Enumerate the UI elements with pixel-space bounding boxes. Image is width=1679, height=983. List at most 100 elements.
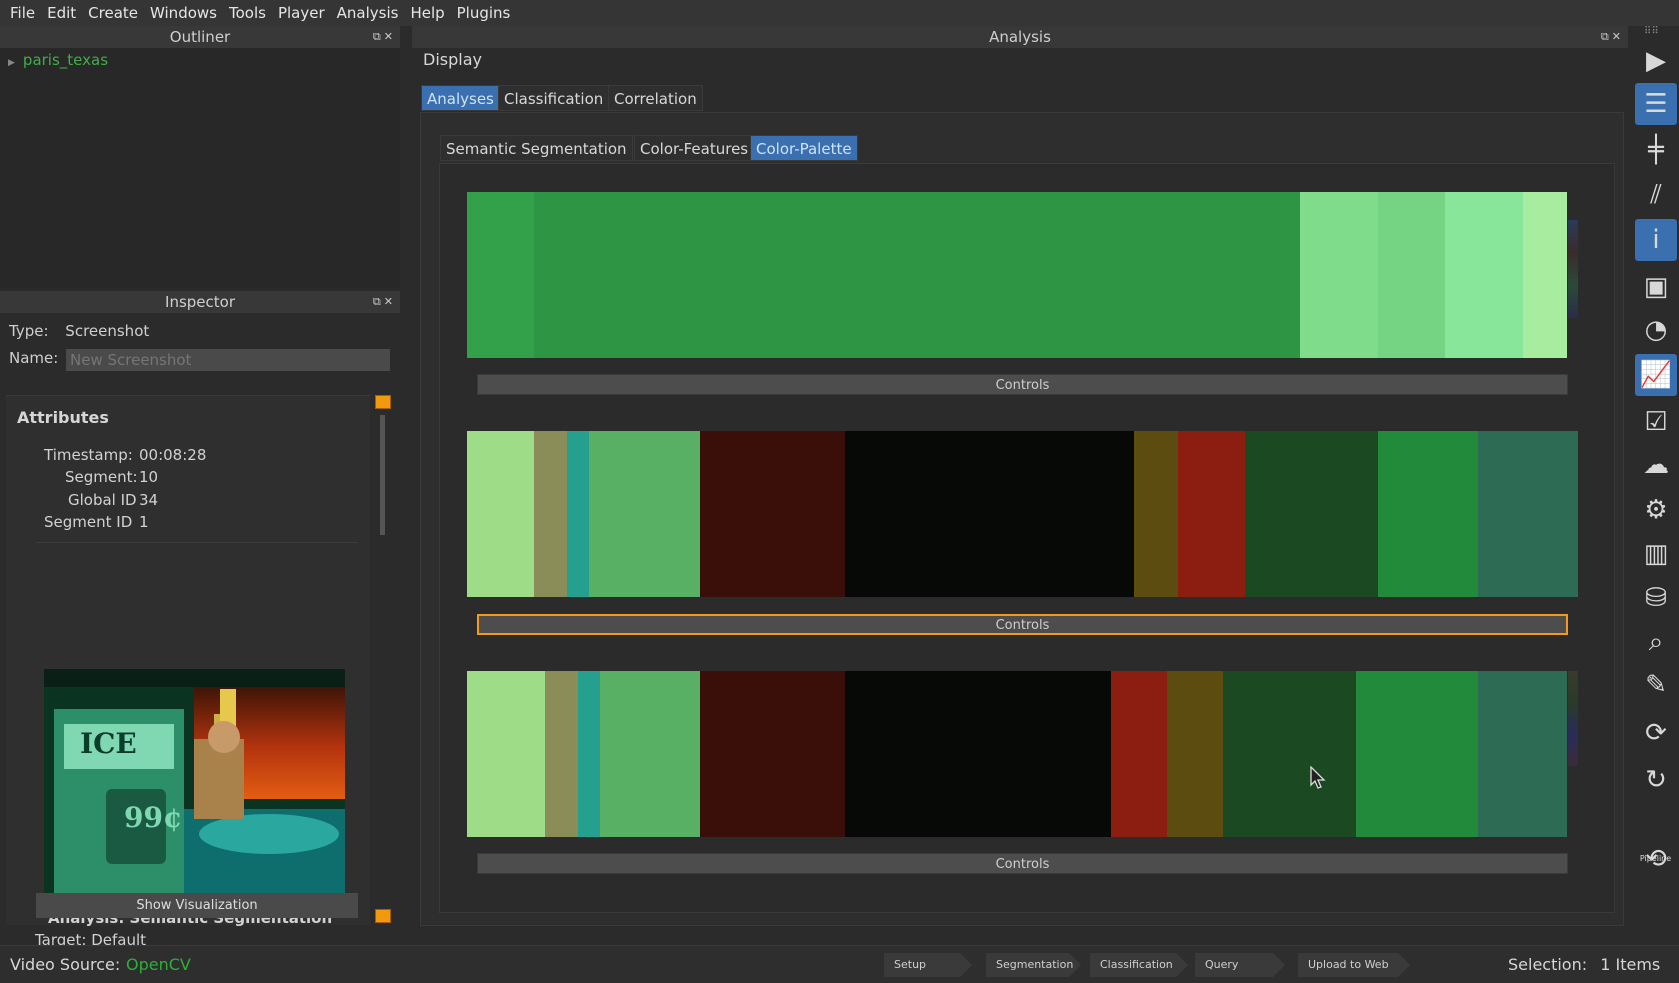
outliner-item[interactable]: ▶ paris_texas [8,51,108,69]
palette-2-swatch-5 [700,431,845,597]
play-icon[interactable]: ▶ [1635,40,1677,82]
inspector-dock-buttons[interactable]: ⧉✕ [373,291,396,313]
type-value: Screenshot [65,322,150,340]
palette-1-side-strip [1568,220,1578,318]
segment-id-label: Segment ID [44,513,133,531]
cloud-upload-icon[interactable]: ☁ [1635,444,1677,486]
color-palette-3 [467,671,1567,837]
image-icon[interactable]: ▣ [1635,266,1677,308]
refresh-image-icon[interactable]: ⟳ [1635,712,1677,754]
palette-3-swatch-7 [1111,671,1167,837]
status-bar: Video Source: OpenCV Setup Segmentation … [0,945,1679,983]
scroll-handle[interactable] [380,415,385,535]
analysis-title-bar: Analysis ⧉✕ [412,26,1628,48]
list-icon[interactable]: ☰ [1635,83,1677,125]
tab-analyses[interactable]: Analyses [421,85,500,111]
type-row: Type: Screenshot [9,322,149,340]
palette-3-swatch-10 [1355,671,1479,837]
graph-icon[interactable]: ◔ [1635,309,1677,351]
selection-status: Selection: 1 Items [1508,955,1660,974]
inspector-title-text: Inspector [165,293,235,311]
checklist-icon[interactable]: ☑ [1635,401,1677,443]
mouse-cursor-icon [1310,766,1326,789]
display-label: Display [423,50,482,69]
controls-button-2[interactable]: Controls [477,614,1568,635]
palette-1-swatch-5 [1444,192,1523,358]
palette-3-swatch-3 [578,671,601,837]
selection-value: 1 Items [1600,955,1661,974]
inspector-title: Inspector ⧉✕ [0,291,400,313]
tab-classification[interactable]: Classification [498,85,610,111]
tag-icon[interactable]: ✎ [1635,664,1677,706]
show-visualization-button[interactable]: Show Visualization [36,893,358,918]
menu-edit[interactable]: Edit [41,4,82,22]
palette-1-swatch-1 [467,192,534,358]
pipeline-step-classification[interactable]: Classification [1090,953,1188,977]
subtab-color-palette[interactable]: Color-Palette [750,135,858,161]
menu-tools[interactable]: Tools [223,4,272,22]
palette-2-swatch-7 [1133,431,1179,597]
analysis-dock-buttons[interactable]: ⧉✕ [1601,26,1624,48]
divider [36,542,358,543]
scroll-up-icon[interactable] [375,395,391,409]
library-icon[interactable]: ▥ [1635,533,1677,575]
screenshot-thumbnail: ICE 99¢ [44,669,345,896]
outliner-dock-buttons[interactable]: ⧉✕ [373,26,396,48]
segment-label: Segment: [65,468,138,486]
analysis-title-text: Analysis [989,28,1051,46]
screenshot-image [44,669,345,896]
menu-file[interactable]: File [4,4,41,22]
attributes-title: Attributes [17,408,109,427]
pipeline-step-setup[interactable]: Setup [884,953,972,977]
expand-arrow-icon[interactable]: ▶ [8,58,15,68]
menu-player[interactable]: Player [272,4,331,22]
palette-3-side-strip [1568,671,1578,766]
subtab-semantic-segmentation[interactable]: Semantic Segmentation [440,135,633,161]
palette-2-swatch-8 [1178,431,1245,597]
outliner-panel: ▶ paris_texas [0,48,400,288]
palette-2-swatch-10 [1377,431,1478,597]
controls-button-3[interactable]: Controls [477,853,1568,874]
gear-icon[interactable]: ⚙ [1635,489,1677,531]
segment-value: 10 [139,468,159,486]
menu-bar: File Edit Create Windows Tools Player An… [0,0,1679,26]
thumb-sign-ice: ICE [80,727,137,760]
flow-icon[interactable]: ⫽ [1635,174,1677,216]
inspector-panel: Type: Screenshot Name: Attributes Timest… [0,313,400,949]
menu-windows[interactable]: Windows [144,4,223,22]
info-icon[interactable]: ⅰ [1635,219,1677,261]
palette-2-swatch-1 [467,431,534,597]
attributes-scrollbar[interactable] [370,395,391,925]
color-palette-1 [467,192,1567,358]
menu-analysis[interactable]: Analysis [331,4,405,22]
palette-2-swatch-4 [589,431,701,597]
palette-2-swatch-9 [1244,431,1378,597]
timeline-icon[interactable]: ╪ [1635,129,1677,171]
palette-1-swatch-3 [1300,192,1379,358]
name-field[interactable] [66,349,390,371]
subtab-color-features[interactable]: Color-Features [634,135,755,161]
database-icon[interactable]: ⛁ [1635,577,1677,619]
controls-button-1[interactable]: Controls [477,374,1568,395]
palette-3-swatch-9 [1222,671,1356,837]
palette-1-swatch-6 [1522,192,1567,358]
tab-correlation[interactable]: Correlation [608,85,703,111]
sync-icon[interactable]: ↻ [1635,759,1677,801]
pipeline-label: Pipeline [1639,854,1672,863]
chart-icon[interactable]: 📈 [1635,354,1677,396]
name-label: Name: [9,349,59,367]
pipeline-step-upload[interactable]: Upload to Web [1298,953,1410,977]
outliner-title-text: Outliner [169,28,231,46]
palette-1-swatch-2 [533,192,1301,358]
pipeline-step-query[interactable]: Query [1195,953,1285,977]
palette-2-swatch-2 [533,431,567,597]
scroll-down-icon[interactable] [375,909,391,923]
menu-create[interactable]: Create [82,4,144,22]
pipeline-step-segmentation[interactable]: Segmentation [986,953,1081,977]
menu-plugins[interactable]: Plugins [451,4,517,22]
toolbar-grip-icon: ⠿⠿ [1644,26,1659,37]
menu-help[interactable]: Help [404,4,450,22]
palette-3-swatch-8 [1166,671,1223,837]
search-icon[interactable]: ⌕ [1635,621,1677,663]
timestamp-value: 00:08:28 [139,446,207,464]
